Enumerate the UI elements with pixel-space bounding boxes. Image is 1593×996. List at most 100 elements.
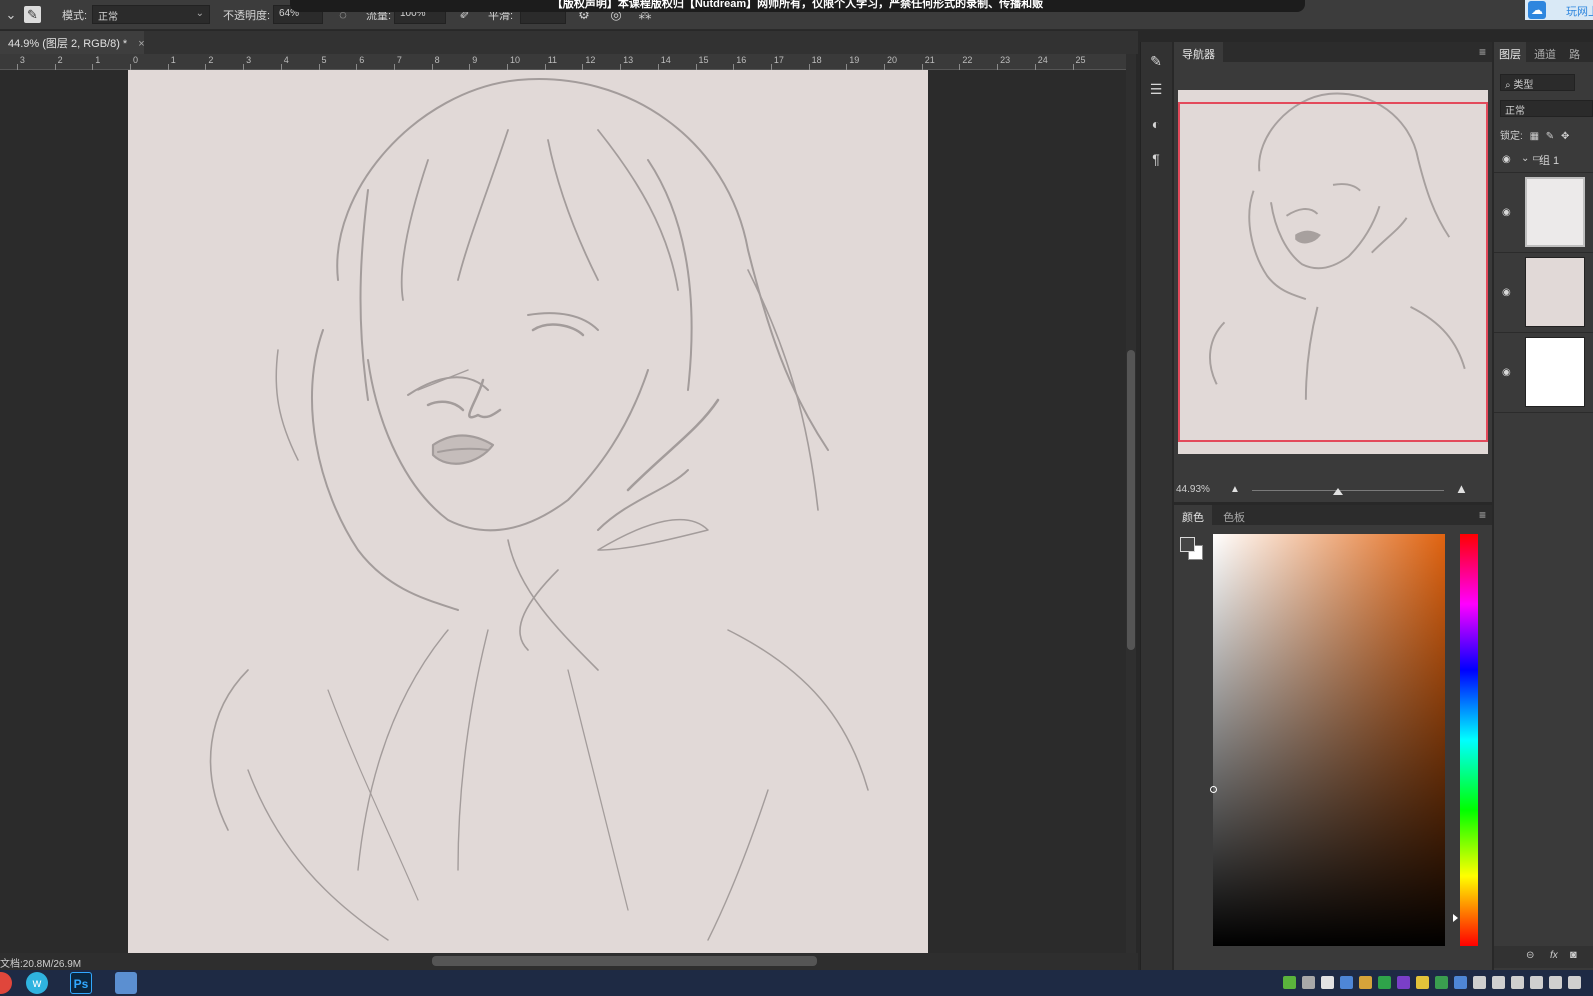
tab-layers[interactable]: 图层 (1494, 42, 1526, 62)
tray-icon[interactable] (1492, 976, 1505, 989)
mode-value: 正常 (98, 12, 118, 23)
tray-icon[interactable] (1568, 976, 1581, 989)
layer-filter-value: 类型 (1513, 80, 1534, 91)
color-picker-marker[interactable] (1210, 786, 1217, 793)
chevron-down-icon: ⌄ (195, 8, 204, 19)
ruler-tick-label: 3 (19, 55, 25, 65)
ruler-tick-label: 7 (396, 55, 402, 65)
tray-icon[interactable] (1283, 976, 1296, 989)
ruler-tick-label: 4 (283, 55, 289, 65)
lock-label: 锁定: (1500, 131, 1523, 142)
cloud-logo-icon: ☁ (1528, 1, 1546, 19)
sketch-drawing (209, 78, 869, 941)
tab-paths[interactable]: 路 (1564, 42, 1585, 62)
tray-icon[interactable] (1511, 976, 1524, 989)
layer-thumbnail-paper (1525, 257, 1585, 327)
lock-position-icon[interactable]: ✥ (1561, 131, 1569, 142)
zoom-slider-track[interactable] (1252, 490, 1444, 491)
horizontal-scrollbar-thumb[interactable] (432, 956, 817, 966)
lock-pixels-icon[interactable]: ✎ (1546, 131, 1554, 142)
tray-icon[interactable] (1435, 976, 1448, 989)
hue-slider[interactable] (1460, 534, 1478, 946)
character-icon[interactable]: ¶ (1145, 148, 1167, 170)
group-name: 组 1 (1539, 155, 1560, 167)
panel-menu-icon[interactable]: ≡ (1479, 508, 1486, 522)
tray-icon[interactable] (1549, 976, 1562, 989)
opacity-label: 不透明度: (223, 10, 271, 22)
brush-preset-icon[interactable]: ✎ (24, 6, 41, 23)
mode-select[interactable]: 正常 ⌄ (92, 5, 210, 24)
ruler-tick-label: 16 (736, 55, 747, 65)
vertical-scrollbar-thumb[interactable] (1127, 350, 1135, 650)
search-icon: ⌕ (1505, 80, 1511, 91)
tray-icon[interactable] (1378, 976, 1391, 989)
ruler-tick-label: 18 (811, 55, 822, 65)
mask-icon[interactable]: ◙ (1570, 949, 1577, 961)
ruler-tick-label: 2 (208, 55, 214, 65)
tray-icon[interactable] (1321, 976, 1334, 989)
panel-menu-icon[interactable]: ≡ (1479, 45, 1486, 59)
blend-mode-select[interactable]: 正常 (1500, 100, 1593, 117)
tray-icon[interactable] (1302, 976, 1315, 989)
tray-icon[interactable] (1473, 976, 1486, 989)
zoom-slider-thumb[interactable] (1333, 488, 1343, 495)
adjustments-icon[interactable]: ☰ (1145, 78, 1167, 100)
w-app-icon[interactable]: w (26, 972, 48, 994)
tab-swatches[interactable]: 色板 (1215, 505, 1253, 525)
lock-row: 锁定: ▦ ✎ ✥ (1500, 127, 1569, 142)
photoshop-icon[interactable]: Ps (70, 972, 92, 994)
zoom-out-icon[interactable]: ▲ (1230, 484, 1240, 495)
ruler-tick-label: 2 (57, 55, 63, 65)
ruler-tick-label: 17 (773, 55, 784, 65)
color-picker-field[interactable] (1213, 534, 1445, 946)
canvas[interactable] (128, 70, 928, 953)
half-circle-icon[interactable]: ◐ (1145, 113, 1167, 135)
foreground-color-swatch[interactable] (1180, 537, 1195, 552)
tab-navigator[interactable]: 导航器 (1174, 42, 1223, 62)
close-icon[interactable]: × (138, 38, 144, 50)
eye-icon[interactable]: ◉ (1502, 287, 1511, 298)
layer-thumbnail-white (1525, 337, 1585, 407)
ruler-tick-label: 15 (698, 55, 709, 65)
mode-label: 模式: (62, 10, 88, 22)
tray-icon[interactable] (1397, 976, 1410, 989)
recycle-icon[interactable] (115, 972, 137, 994)
tab-channels[interactable]: 通道 (1529, 42, 1561, 62)
tray-icon[interactable] (1416, 976, 1429, 989)
ruler-tick-label: 12 (585, 55, 596, 65)
layers-tab-bar: 图层 通道 路 (1494, 42, 1593, 62)
document-tab[interactable]: 44.9% (图层 2, RGB/8) * × (0, 31, 145, 54)
brush-settings-icon[interactable]: ✎ (1145, 50, 1167, 72)
ruler-tick-label: 20 (887, 55, 898, 65)
eye-icon[interactable]: ◉ (1502, 207, 1511, 218)
color-tab-bar: 颜色 色板 ≡ (1174, 505, 1492, 525)
ruler-tick-label: 13 (623, 55, 634, 65)
ruler-tick-label: 3 (246, 55, 252, 65)
copyright-banner: 【版权声明】本课程版权归【Nutdream】网师所有，仅限个人学习，严禁任何形式… (290, 0, 1305, 12)
lock-transparency-icon[interactable]: ▦ (1530, 131, 1539, 142)
taskbar (0, 970, 1593, 996)
tab-color[interactable]: 颜色 (1174, 505, 1212, 525)
ruler-tick-label: 6 (359, 55, 365, 65)
document-size-status: 文档:20.8M/26.9M (0, 959, 82, 970)
navigator-zoom-value[interactable]: 44.93% (1176, 484, 1210, 495)
ruler-tick-label: 9 (472, 55, 478, 65)
tool-preset-dropdown-icon[interactable]: ⌄ (2, 6, 20, 24)
tray-icon[interactable] (1340, 976, 1353, 989)
ruler-tick-label: 22 (962, 55, 973, 65)
layer-filter-select[interactable]: ⌕ 类型 (1500, 74, 1575, 91)
eye-icon[interactable]: ◉ (1502, 154, 1511, 165)
tray-icon[interactable] (1530, 976, 1543, 989)
fx-icon[interactable]: fx (1550, 950, 1558, 961)
ruler-tick-label: 10 (510, 55, 521, 65)
eye-icon[interactable]: ◉ (1502, 367, 1511, 378)
link-layers-icon[interactable]: ⊝ (1526, 950, 1534, 961)
cloud-badge-label: 玩网上 (1566, 6, 1593, 18)
zoom-in-icon[interactable]: ▲ (1455, 481, 1468, 496)
tray-icon[interactable] (1454, 976, 1467, 989)
navigator-view-box[interactable] (1178, 102, 1488, 442)
tray-icon[interactable] (1359, 976, 1372, 989)
ruler-tick-label: 25 (1075, 55, 1086, 65)
layers-footer: ⊝ fx ◙ (1494, 946, 1593, 968)
hue-slider-marker[interactable] (1453, 914, 1458, 922)
